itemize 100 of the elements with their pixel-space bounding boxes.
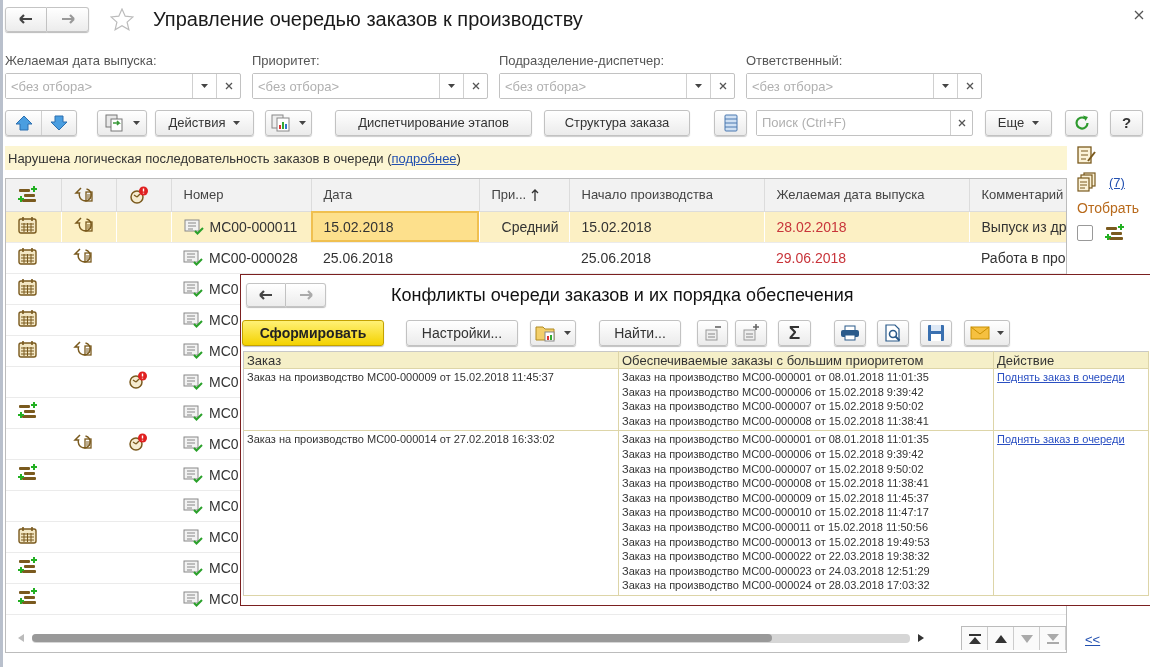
column-header[interactable]: При...	[479, 179, 569, 211]
window-title: Управление очередью заказов к производству	[153, 7, 583, 31]
collapse-link[interactable]: <<	[1085, 632, 1147, 647]
list-icon	[723, 113, 738, 132]
copy-menu-button[interactable]	[97, 109, 147, 136]
provided-order: Заказ на производство МС00-000006 от 15.02.2018 9:39:42	[622, 384, 924, 400]
list-button[interactable]	[714, 109, 747, 136]
save-icon	[927, 323, 945, 342]
up-arrow-icon	[14, 114, 33, 131]
provided-order: Заказ на производство МС00-000006 от 15.02.2018 9:39:42	[622, 446, 924, 462]
find-button[interactable]: Найти...	[599, 319, 681, 346]
generate-button[interactable]: Сформировать	[242, 319, 384, 346]
clear-icon	[224, 82, 233, 90]
order-number: МС0	[209, 435, 239, 452]
sum-button[interactable]: Σ	[778, 319, 811, 346]
transfer-icon	[1105, 224, 1125, 242]
provided-order: Заказ на производство МС00-000024 от 28.03.2018 17:03:32	[622, 578, 930, 593]
preview-button[interactable]	[877, 319, 909, 346]
close-button[interactable]	[1134, 10, 1144, 20]
forward-arrow-icon	[298, 290, 313, 300]
transfer-icon	[18, 557, 38, 575]
filter-checkbox[interactable]	[1077, 225, 1093, 241]
column-header[interactable]: Желаемая дата выпуска	[764, 179, 969, 211]
more-button[interactable]: Еще	[985, 109, 1052, 136]
provided-order: Заказ на производство МС00-000007 от 15.02.2018 9:50:02	[622, 399, 924, 414]
column-header[interactable]: Комментарий	[969, 179, 1066, 211]
filter-field[interactable]: <без отбора>	[499, 73, 735, 99]
provided-order: Заказ на производство МС00-000010 от 15.02.2018 11:47:17	[622, 505, 929, 520]
printer-icon	[840, 324, 860, 341]
calendar-icon	[18, 247, 37, 265]
calendar-icon	[18, 526, 37, 544]
last-row-button[interactable]	[1040, 627, 1066, 650]
star-icon	[110, 7, 134, 31]
dispatch-stages-button[interactable]: Диспетчирование этапов	[335, 109, 532, 136]
column-header[interactable]: Начало производства	[569, 179, 764, 211]
cycle-arrow-icon	[73, 433, 93, 451]
print-button[interactable]	[834, 319, 866, 346]
collapse-group-icon	[703, 323, 722, 342]
transfer-icon	[18, 588, 38, 606]
cycle-arrow-icon	[73, 247, 93, 265]
column-header[interactable]: Обеспечиваемые заказы с большим приоритетом	[618, 351, 994, 369]
folder-report-icon	[535, 323, 557, 342]
filter-field[interactable]: <без отбора>	[252, 73, 488, 99]
order-number: МС0	[209, 404, 239, 421]
expand-group-icon	[742, 323, 760, 342]
filter-field[interactable]: <без отбора>	[746, 73, 982, 99]
horizontal-scrollbar[interactable]	[18, 633, 924, 643]
column-header[interactable]	[6, 179, 61, 211]
column-header[interactable]: Заказ	[243, 351, 619, 369]
document-check-icon	[183, 342, 203, 359]
order-structure-button[interactable]: Структура заказа	[544, 109, 690, 136]
column-header[interactable]: Номер	[171, 179, 311, 211]
caret-icon	[695, 84, 702, 88]
order-number: МС0	[209, 373, 239, 390]
filter-label: Желаемая дата выпуска:	[5, 53, 158, 68]
transfer-icon	[18, 402, 38, 420]
clock-alert-icon	[128, 185, 149, 204]
copy-documents-icon	[104, 113, 125, 132]
clear-icon	[718, 82, 727, 90]
settings-button[interactable]: Настройки...	[406, 319, 518, 346]
calendar-icon	[18, 278, 37, 296]
table-cell: 28.02.2018	[764, 211, 969, 242]
previous-row-button[interactable]	[988, 627, 1014, 650]
expand-groups-button[interactable]	[735, 319, 767, 346]
column-header[interactable]: Дата	[311, 179, 479, 211]
actions-button[interactable]: Действия	[155, 109, 254, 136]
filter-heading: Отобрать	[1077, 200, 1140, 216]
variant-menu-button[interactable]	[530, 319, 576, 346]
filter-field[interactable]: <без отбора>	[5, 73, 241, 99]
order-number: МС00-000028	[209, 249, 298, 266]
transfer-icon	[18, 464, 38, 482]
count-link[interactable]: (7)	[1109, 174, 1125, 190]
search-field[interactable]: Поиск (Ctrl+F)	[756, 109, 973, 136]
back-button[interactable]	[246, 283, 286, 307]
scroll-right-icon[interactable]	[918, 634, 924, 642]
report-icon	[271, 113, 291, 132]
document-check-icon	[183, 559, 203, 576]
next-icon	[1020, 634, 1033, 643]
refresh-button[interactable]	[1065, 109, 1098, 136]
column-header[interactable]	[116, 179, 171, 211]
table-cell: Средний	[479, 211, 569, 242]
column-header[interactable]: Действие	[993, 351, 1149, 369]
warning-message: Нарушена логическая последовательность заказов в очереди (подробнее)	[8, 150, 461, 166]
table-cell: Работа в про	[969, 242, 1066, 273]
down-arrow-icon	[50, 114, 68, 131]
help-button[interactable]: ?	[1110, 109, 1143, 136]
table-cell: Заказ на производство МС00-000014 от 27.02.2018 16:33:02	[243, 430, 619, 596]
back-button[interactable]	[5, 6, 47, 32]
raise-order-link[interactable]: Поднять заказ в очереди	[997, 433, 1125, 446]
caret-icon	[132, 120, 140, 125]
save-button[interactable]	[920, 319, 952, 346]
document-check-icon	[183, 218, 204, 235]
send-email-button[interactable]	[964, 319, 1010, 346]
details-link[interactable]: подробнее	[391, 150, 457, 166]
report-menu-button[interactable]	[265, 109, 312, 136]
raise-order-link[interactable]: Поднять заказ в очереди	[997, 371, 1125, 383]
first-row-button[interactable]	[962, 627, 988, 650]
table-cell: 25.06.2018	[569, 242, 764, 273]
column-header[interactable]	[61, 179, 116, 211]
caret-icon	[997, 330, 1004, 335]
